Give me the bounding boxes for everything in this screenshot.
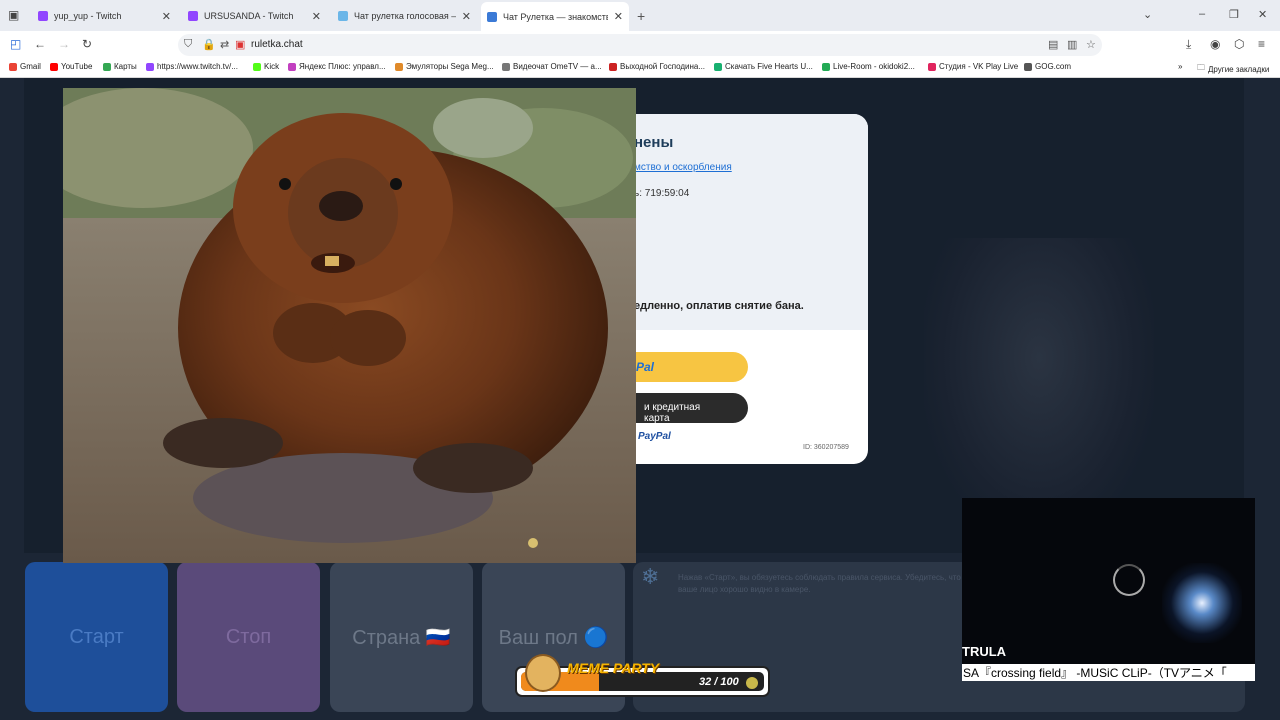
bookmark-item[interactable]: Live-Room - okidoki2... — [822, 62, 915, 71]
bookmark-item[interactable]: Скачать Five Hearts U... — [714, 62, 813, 71]
reload-button[interactable]: ↻ — [82, 37, 92, 51]
restore-button[interactable]: ❐ — [1229, 8, 1239, 21]
nav-bar: ◰ ← → ↻ ⛉ 🔒 ⇄ ▣ ruletka.chat ▤ ▥ ☆ ⤓ ◉ ⬡… — [0, 31, 1280, 58]
download-site-icon — [714, 62, 722, 71]
music-stream-overlay: TRULA SA『crossing field』 -MUSiC CLiP-（TV… — [962, 498, 1255, 681]
start-button[interactable]: Старт — [25, 562, 168, 712]
meme-party-title: MEME PARTY — [567, 660, 660, 676]
twitch-icon — [38, 11, 48, 21]
card-button[interactable]: и кредитная карта — [620, 393, 748, 424]
unban-text: едленно, оплатив снятие бана. — [634, 300, 804, 312]
tab-bar: ▣ yup_yup - Twitch ✕ URSUSANDA - Twitch … — [0, 0, 1280, 31]
ometv-icon — [502, 62, 510, 71]
pip-icon[interactable]: ▤ — [1048, 38, 1058, 51]
stage-light — [1162, 563, 1242, 643]
extensions-icon[interactable]: ⬡ — [1234, 37, 1244, 51]
snowflake-icon: ❄ — [641, 564, 660, 589]
shield-icon[interactable]: ⛉ — [184, 38, 192, 51]
new-tab-button[interactable]: + — [637, 8, 645, 24]
modal-heading: нены — [634, 134, 674, 151]
bookmark-item[interactable]: Kick — [253, 62, 279, 71]
ruletka-icon — [487, 11, 497, 22]
bookmark-a-icon — [609, 62, 617, 71]
save-page-icon[interactable]: ▥ — [1067, 38, 1077, 51]
lock-icon[interactable]: 🔒 — [202, 38, 216, 51]
close-icon[interactable]: ✕ — [614, 10, 623, 23]
menu-icon[interactable]: ≡ — [1258, 37, 1265, 51]
gmail-icon — [9, 62, 17, 71]
url-text[interactable]: ruletka.chat — [251, 39, 303, 50]
bookmark-item[interactable]: Эмуляторы Sega Meg... — [395, 62, 494, 71]
bookmark-item[interactable]: YouTube — [50, 62, 92, 71]
yandex-plus-icon — [288, 62, 296, 71]
loading-spinner-icon — [1113, 564, 1145, 596]
tab-4-active[interactable]: Чат Рулетка — знакомства и об ✕ — [481, 2, 629, 31]
meme-party-count: 32 / 100 — [699, 676, 739, 688]
ban-timer: ь: 719:59:04 — [634, 188, 690, 199]
star-icon[interactable]: ☆ — [1086, 38, 1096, 51]
twitch-icon — [188, 11, 198, 21]
bookmark-item[interactable]: https://www.twitch.tv/... — [146, 62, 238, 71]
other-bookmarks[interactable]: 🗀 Другие закладки — [1197, 62, 1269, 76]
partner-silhouette — [924, 238, 1154, 538]
close-icon[interactable]: ✕ — [162, 10, 171, 23]
stop-button[interactable]: Стоп — [177, 562, 320, 712]
meme-party-widget: MEME PARTY 32 / 100 — [515, 654, 770, 697]
close-window-button[interactable]: ✕ — [1258, 8, 1267, 21]
sega-icon — [395, 62, 403, 71]
account-icon[interactable]: ◉ — [1210, 37, 1220, 51]
permissions-icon[interactable]: ⇄ — [220, 38, 229, 51]
gog-icon — [1024, 62, 1032, 71]
paypal-button[interactable]: Pal — [620, 352, 748, 382]
doge-icon — [525, 654, 561, 692]
tab-overview-icon[interactable]: ▣ — [8, 8, 19, 22]
bookmark-item[interactable]: Яндекс Плюс: управл... — [288, 62, 386, 71]
paypal-logo: PayPal — [638, 431, 671, 442]
neko-icon — [338, 11, 348, 21]
ban-reason-link[interactable]: мство и оскорбления — [634, 162, 732, 173]
ban-id: ID: 360207589 — [803, 444, 849, 451]
tab-2[interactable]: URSUSANDA - Twitch ✕ — [182, 4, 327, 28]
address-bar[interactable]: ⛉ 🔒 ⇄ ▣ ruletka.chat ▤ ▥ ☆ — [178, 34, 1102, 56]
info-text: Нажав «Старт», вы обязуетесь соблюдать п… — [678, 573, 961, 594]
bookmark-item[interactable]: Студия - VK Play Live — [928, 62, 1018, 71]
minimize-button[interactable]: – — [1199, 8, 1205, 20]
forward-button[interactable]: → — [58, 37, 70, 51]
folder-icon: 🗀 — [1197, 63, 1205, 72]
artist-name: TRULA — [962, 644, 1007, 659]
bookmarks-bar: Gmail YouTube Карты https://www.twitch.t… — [0, 58, 1280, 78]
back-button[interactable]: ← — [34, 37, 46, 51]
bookmarks-overflow-icon[interactable]: » — [1178, 62, 1182, 71]
camera-icon[interactable]: ▣ — [235, 38, 245, 51]
tab-1[interactable]: yup_yup - Twitch ✕ — [32, 4, 177, 28]
bookmark-item[interactable]: Выходной Господина... — [609, 62, 705, 71]
twitch-icon — [146, 62, 154, 71]
coin-icon — [746, 677, 758, 689]
song-title: SA『crossing field』 -MUSiC CLiP-（TVアニメ「 — [962, 664, 1255, 681]
bookmark-item[interactable]: GOG.com — [1024, 62, 1071, 71]
vkplay-icon — [928, 62, 936, 71]
tab-3[interactable]: Чат рулетка голосовая — Neko ✕ — [332, 4, 477, 28]
downloads-icon[interactable]: ⤓ — [1186, 37, 1191, 52]
maps-icon — [103, 62, 111, 71]
tab-list-icon[interactable]: ⌄ — [1143, 8, 1152, 21]
okidoki-icon — [822, 62, 830, 71]
bookmark-item[interactable]: Gmail — [9, 62, 41, 71]
kick-icon — [253, 62, 261, 71]
sidebar-icon[interactable]: ◰ — [10, 37, 21, 51]
youtube-icon — [50, 62, 58, 71]
close-icon[interactable]: ✕ — [462, 10, 471, 23]
bookmark-item[interactable]: Видеочат OmeTV — а... — [502, 62, 602, 71]
close-icon[interactable]: ✕ — [312, 10, 321, 23]
beaver-photo — [63, 88, 636, 563]
country-button[interactable]: Страна 🇷🇺 — [330, 562, 473, 712]
bookmark-item[interactable]: Карты — [103, 62, 137, 71]
